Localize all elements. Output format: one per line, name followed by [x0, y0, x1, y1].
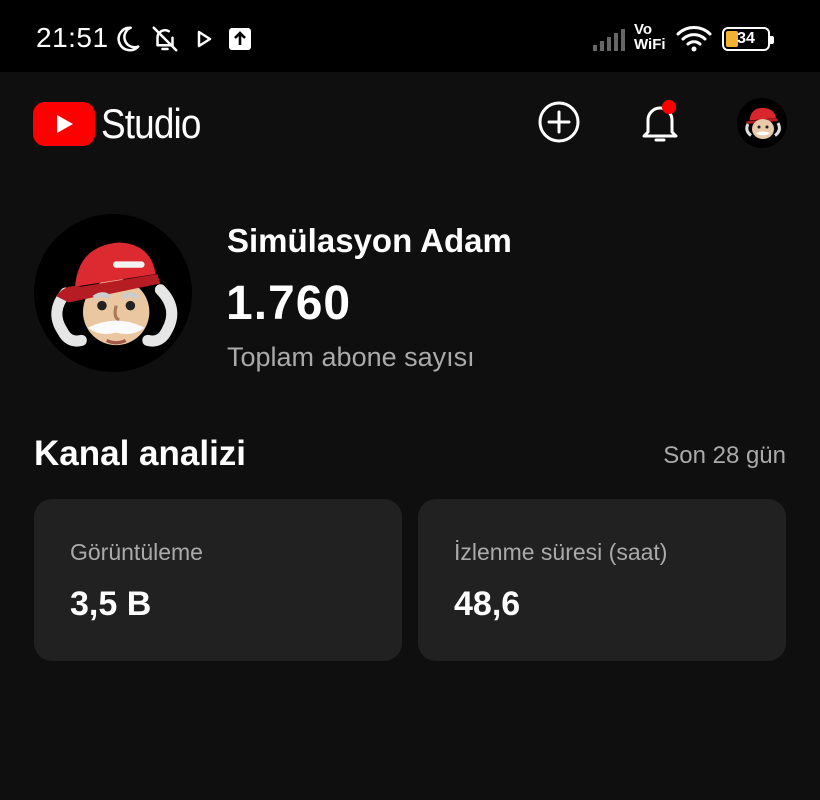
notification-dot [662, 100, 676, 114]
analytics-title: Kanal analizi [34, 434, 247, 473]
analytics-period: Son 28 gün [663, 442, 786, 469]
wifi-icon [676, 22, 712, 56]
vowifi-bottom: WiFi [634, 36, 666, 53]
watch-time-value: 48,6 [454, 585, 521, 623]
avatar[interactable] [737, 98, 787, 148]
views-card[interactable]: Görüntüleme 3,5 B [34, 499, 402, 661]
views-label: Görüntüleme [70, 539, 203, 565]
youtube-logo-icon [33, 102, 95, 146]
create-button[interactable] [535, 98, 583, 146]
subscriber-count: 1.760 [226, 277, 352, 330]
watch-time-label: İzlenme süresi (saat) [454, 539, 668, 565]
upload-icon [228, 22, 252, 56]
logo-text: Studio [101, 100, 201, 147]
signal-icon [593, 22, 629, 56]
channel-avatar-image [34, 214, 192, 372]
vowifi-top: Vo [634, 21, 653, 38]
play-icon [196, 22, 214, 56]
vowifi-label: Vo WiFi [634, 22, 666, 56]
battery-level: 34 [737, 30, 755, 47]
studio-logo[interactable]: Studio [33, 100, 214, 148]
notifications-button[interactable] [636, 98, 684, 146]
battery-tip [770, 36, 774, 44]
status-time: 21:51 [36, 22, 109, 53]
subscriber-label: Toplam abone sayısı [227, 342, 475, 372]
battery-icon: 34 [722, 22, 774, 56]
moon-icon [112, 22, 142, 56]
channel-avatar[interactable] [34, 214, 192, 372]
create-icon [538, 101, 580, 143]
app-header: Studio [0, 72, 820, 176]
battery-body: 34 [722, 27, 774, 51]
avatar-image [737, 98, 787, 148]
bell-off-icon [150, 22, 180, 56]
watch-time-card[interactable]: İzlenme süresi (saat) 48,6 [418, 499, 786, 661]
views-value: 3,5 B [70, 585, 152, 623]
channel-name: Simülasyon Adam [227, 222, 512, 259]
status-bar: 21:51 Vo WiFi 34 [0, 0, 820, 72]
